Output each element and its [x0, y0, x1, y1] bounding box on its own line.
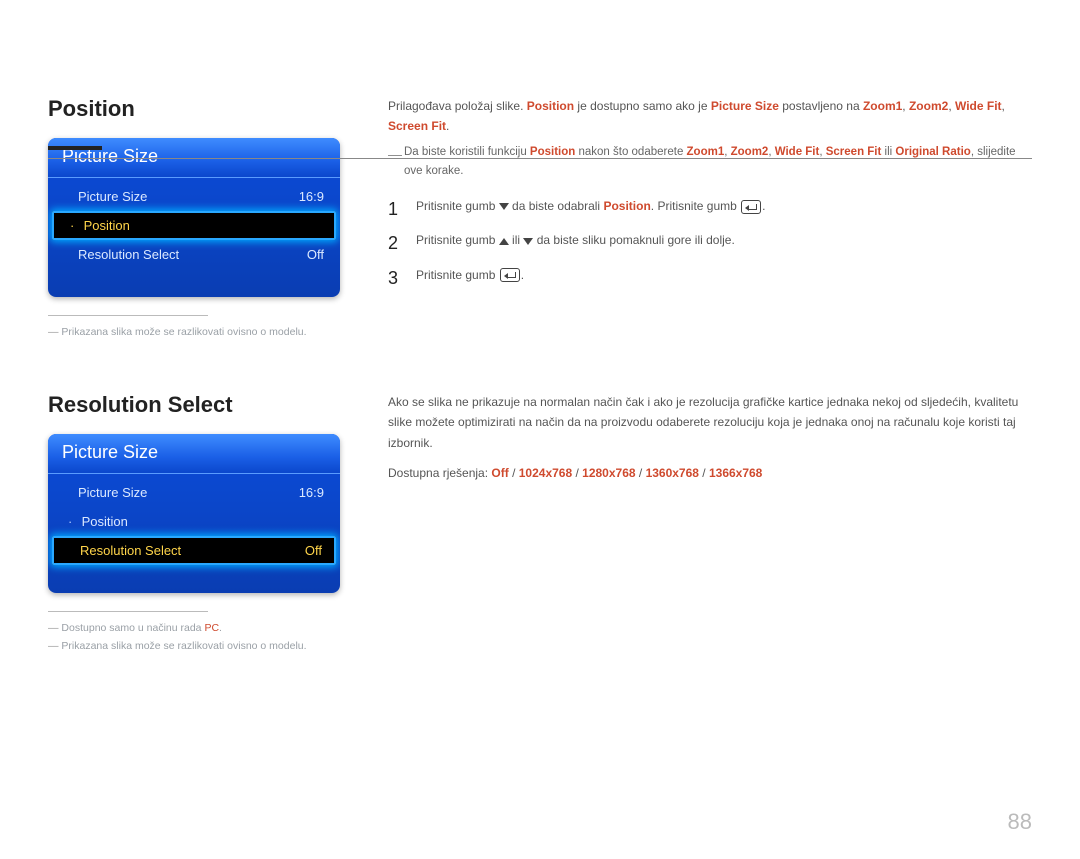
down-arrow-icon [499, 203, 509, 210]
osd-menu-card: Picture Size Picture Size 16:9 · Positio… [48, 138, 340, 297]
footnote-text: Prikazana slika može se razlikovati ovis… [48, 640, 348, 652]
body-paragraph: Ako se slika ne prikazuje na normalan na… [388, 392, 1032, 453]
intro-paragraph: Prilagođava položaj slike. Position je d… [388, 96, 1032, 137]
up-arrow-icon [499, 238, 509, 245]
left-column: Resolution Select Picture Size Picture S… [48, 392, 348, 658]
footnotes: Dostupno samo u načinu rada PC. Prikazan… [48, 611, 348, 652]
dash-note: Da biste koristili funkciju Position nak… [388, 143, 1032, 182]
section-position: Position Picture Size Picture Size 16:9 … [48, 96, 1032, 344]
osd-menu-body: Picture Size 16:9 · Position Resolution … [48, 178, 340, 297]
footnote-rule [48, 315, 208, 316]
menu-item-resolution-select[interactable]: Resolution Select Off [52, 536, 336, 565]
menu-item-position[interactable]: · Position [50, 507, 338, 536]
menu-item-value: 16:9 [299, 485, 324, 500]
footnote-rule [48, 611, 208, 612]
resolutions-line: Dostupna rješenja: Off / 1024x768 / 1280… [388, 463, 1032, 483]
heading-resolution-select: Resolution Select [48, 392, 348, 418]
footnote-text: Dostupno samo u načinu rada PC. [48, 622, 348, 634]
footnotes: Prikazana slika može se razlikovati ovis… [48, 315, 348, 338]
menu-item-value: Off [307, 247, 324, 262]
menu-item-label: · Position [68, 514, 128, 529]
menu-item-value: 16:9 [299, 189, 324, 204]
osd-menu-card: Picture Size Picture Size 16:9 · Positio… [48, 434, 340, 593]
page-number: 88 [1008, 809, 1032, 835]
step-2: Pritisnite gumb ili da biste sliku pomak… [388, 230, 1032, 250]
manual-page: Position Picture Size Picture Size 16:9 … [0, 96, 1080, 859]
menu-item-label: Picture Size [68, 189, 147, 204]
menu-item-label: · Position [70, 218, 130, 233]
step-1: Pritisnite gumb da biste odabrali Positi… [388, 196, 1032, 216]
enter-icon [741, 200, 761, 214]
step-3: Pritisnite gumb . [388, 265, 1032, 285]
menu-item-picture-size[interactable]: Picture Size 16:9 [50, 478, 338, 507]
osd-menu-body: Picture Size 16:9 · Position Resolution … [48, 474, 340, 593]
section-marker [48, 146, 102, 150]
heading-position: Position [48, 96, 348, 122]
down-arrow-icon [523, 238, 533, 245]
right-column: Ako se slika ne prikazuje na normalan na… [388, 392, 1032, 658]
menu-item-picture-size[interactable]: Picture Size 16:9 [50, 182, 338, 211]
menu-item-resolution-select[interactable]: Resolution Select Off [50, 240, 338, 269]
section-resolution-select: Resolution Select Picture Size Picture S… [48, 392, 1032, 658]
step-list: Pritisnite gumb da biste odabrali Positi… [388, 196, 1032, 285]
menu-item-label: Resolution Select [68, 247, 179, 262]
right-column: Prilagođava položaj slike. Position je d… [388, 96, 1032, 344]
menu-item-position[interactable]: · Position [52, 211, 336, 240]
left-column: Position Picture Size Picture Size 16:9 … [48, 96, 348, 344]
enter-icon [500, 268, 520, 282]
menu-item-label: Picture Size [68, 485, 147, 500]
footnote-text: Prikazana slika može se razlikovati ovis… [48, 326, 348, 338]
osd-menu-title: Picture Size [48, 434, 340, 474]
menu-item-label: Resolution Select [70, 543, 181, 558]
menu-item-value: Off [305, 543, 322, 558]
